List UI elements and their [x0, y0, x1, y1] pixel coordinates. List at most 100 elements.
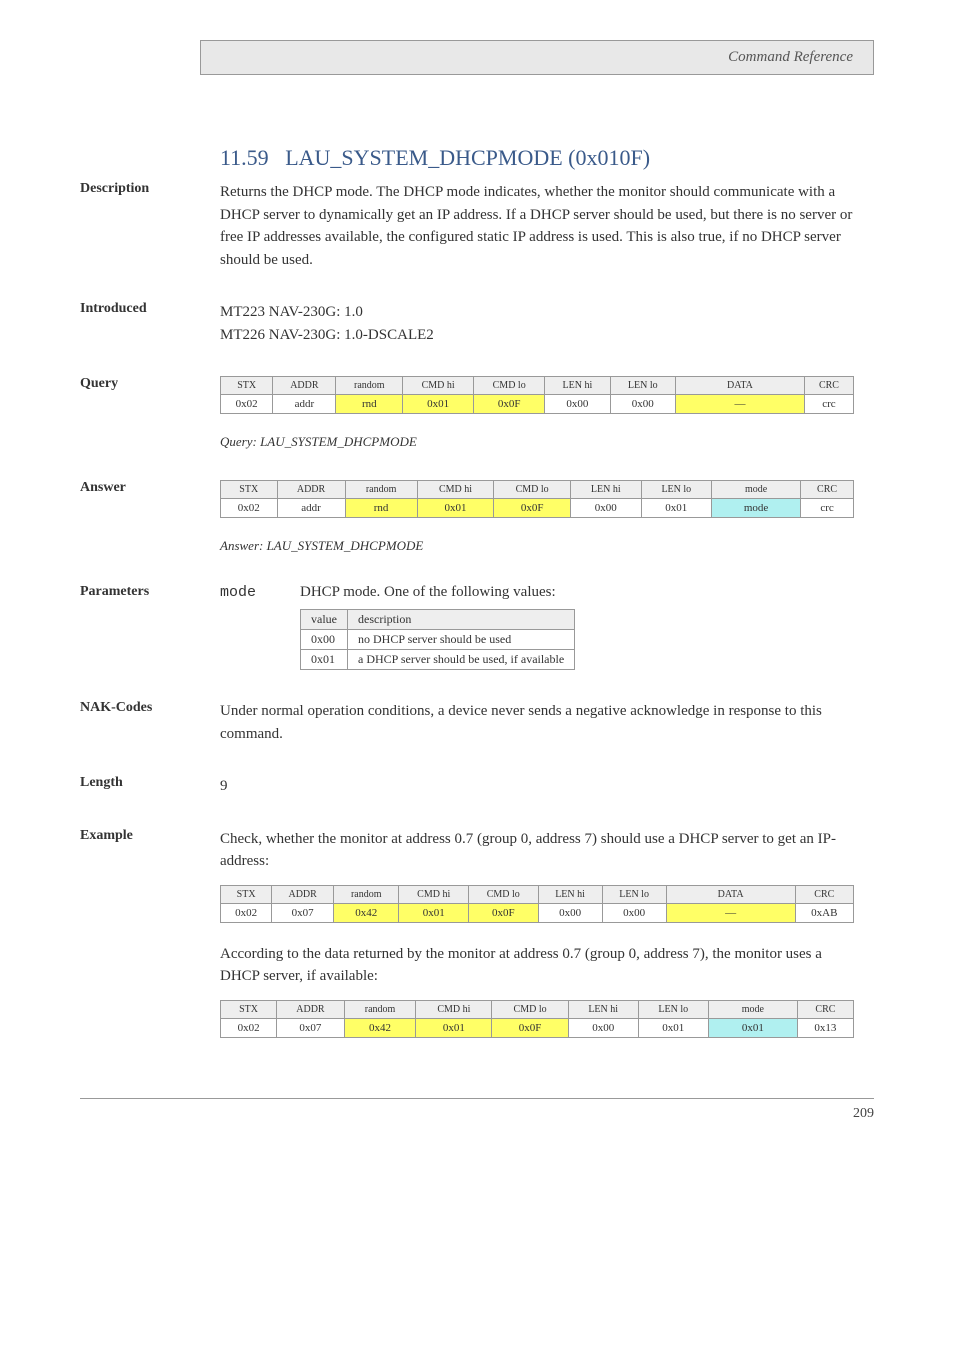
- td: 0x02: [221, 395, 273, 414]
- td: addr: [277, 499, 345, 518]
- table-row: 0x02 0x07 0x42 0x01 0x0F 0x00 0x01 0x01 …: [221, 1018, 854, 1037]
- td: 0x00: [602, 903, 666, 922]
- td: 0x00: [570, 499, 641, 518]
- td: —: [666, 903, 795, 922]
- th: CMD lo: [494, 481, 571, 499]
- td: 0x01: [638, 1018, 708, 1037]
- header-title: Command Reference: [728, 49, 853, 65]
- th: DATA: [675, 377, 804, 395]
- table-row: 0x01 a DHCP server should be used, if av…: [301, 650, 575, 670]
- td: no DHCP server should be used: [348, 630, 575, 650]
- th: ADDR: [277, 1000, 345, 1018]
- th: STX: [221, 1000, 277, 1018]
- th: ADDR: [273, 377, 336, 395]
- td: 0x01: [708, 1018, 797, 1037]
- td: 0x01: [416, 1018, 492, 1037]
- th: CMD lo: [492, 1000, 568, 1018]
- table-row: 0x02 addr rnd 0x01 0x0F 0x00 0x01 mode c…: [221, 499, 854, 518]
- th: ADDR: [277, 481, 345, 499]
- td: 0x02: [221, 499, 278, 518]
- td: 0x01: [417, 499, 494, 518]
- footer-rule: [80, 1098, 874, 1099]
- th: LEN hi: [570, 481, 641, 499]
- th: LEN lo: [641, 481, 712, 499]
- th: LEN lo: [638, 1000, 708, 1018]
- td: 0x0F: [474, 395, 545, 414]
- th: LEN hi: [568, 1000, 638, 1018]
- section-number: 11.59: [220, 145, 269, 170]
- answer-caption: Answer: LAU_SYSTEM_DHCPMODE: [220, 538, 854, 554]
- th: mode: [708, 1000, 797, 1018]
- label-length: Length: [80, 775, 210, 791]
- th: CMD hi: [403, 377, 474, 395]
- label-answer: Answer: [80, 480, 210, 496]
- answer-table: STX ADDR random CMD hi CMD lo LEN hi LEN…: [220, 480, 854, 518]
- td: 0x13: [797, 1018, 853, 1037]
- page-title: 11.59 LAU_SYSTEM_DHCPMODE (0x010F): [220, 145, 854, 171]
- th: CMD lo: [474, 377, 545, 395]
- introduced-line-2: MT226 NAV-230G: 1.0-DSCALE2: [220, 324, 854, 347]
- th: STX: [221, 885, 272, 903]
- th: DATA: [666, 885, 795, 903]
- td: 0x07: [277, 1018, 345, 1037]
- td: 0xAB: [795, 903, 853, 922]
- th: mode: [712, 481, 801, 499]
- label-parameters: Parameters: [80, 584, 210, 600]
- td: 0x42: [344, 1018, 416, 1037]
- td: mode: [712, 499, 801, 518]
- section-name: LAU_SYSTEM_DHCPMODE (0x010F): [285, 145, 650, 170]
- label-query: Query: [80, 376, 210, 392]
- th: description: [348, 610, 575, 630]
- td: 0x0F: [494, 499, 571, 518]
- page-number: 209: [80, 1106, 874, 1122]
- param-table: value description 0x00 no DHCP server sh…: [300, 609, 575, 670]
- td: 0x07: [272, 903, 334, 922]
- th: STX: [221, 481, 278, 499]
- param-name: mode: [220, 584, 300, 601]
- td: 0x0F: [492, 1018, 568, 1037]
- td: 0x00: [568, 1018, 638, 1037]
- query-table: STX ADDR random CMD hi CMD lo LEN hi LEN…: [220, 376, 854, 414]
- td: 0x00: [545, 395, 610, 414]
- query-caption: Query: LAU_SYSTEM_DHCPMODE: [220, 434, 854, 450]
- example-mid: According to the data returned by the mo…: [220, 943, 854, 988]
- th: CMD hi: [416, 1000, 492, 1018]
- table-row: 0x00 no DHCP server should be used: [301, 630, 575, 650]
- td: 0x01: [399, 903, 469, 922]
- nak-text: Under normal operation conditions, a dev…: [220, 700, 854, 745]
- table-row: 0x02 0x07 0x42 0x01 0x0F 0x00 0x00 — 0xA…: [221, 903, 854, 922]
- td: rnd: [336, 395, 403, 414]
- td: 0x00: [301, 630, 348, 650]
- td: 0x02: [221, 903, 272, 922]
- th: CMD hi: [417, 481, 494, 499]
- th: random: [334, 885, 399, 903]
- label-example: Example: [80, 828, 210, 844]
- td: 0x42: [334, 903, 399, 922]
- td: 0x00: [610, 395, 675, 414]
- table-row: 0x02 addr rnd 0x01 0x0F 0x00 0x00 — crc: [221, 395, 854, 414]
- example-intro: Check, whether the monitor at address 0.…: [220, 828, 854, 873]
- td: a DHCP server should be used, if availab…: [348, 650, 575, 670]
- th: LEN hi: [545, 377, 610, 395]
- introduced-line-1: MT223 NAV-230G: 1.0: [220, 301, 854, 324]
- th: CRC: [801, 481, 854, 499]
- th: random: [336, 377, 403, 395]
- example-query-table: STX ADDR random CMD hi CMD lo LEN hi LEN…: [220, 885, 854, 923]
- th: CMD hi: [399, 885, 469, 903]
- th: CRC: [804, 377, 853, 395]
- td: 0x00: [538, 903, 602, 922]
- param-desc: DHCP mode. One of the following values:: [300, 584, 854, 601]
- th: random: [345, 481, 417, 499]
- label-description: Description: [80, 181, 210, 197]
- td: addr: [273, 395, 336, 414]
- td: 0x02: [221, 1018, 277, 1037]
- label-introduced: Introduced: [80, 301, 210, 317]
- td: crc: [804, 395, 853, 414]
- page-header: Command Reference: [200, 40, 874, 75]
- description-text: Returns the DHCP mode. The DHCP mode ind…: [220, 181, 854, 271]
- td: 0x0F: [468, 903, 538, 922]
- th: CMD lo: [468, 885, 538, 903]
- th: LEN hi: [538, 885, 602, 903]
- th: random: [344, 1000, 416, 1018]
- th: CRC: [795, 885, 853, 903]
